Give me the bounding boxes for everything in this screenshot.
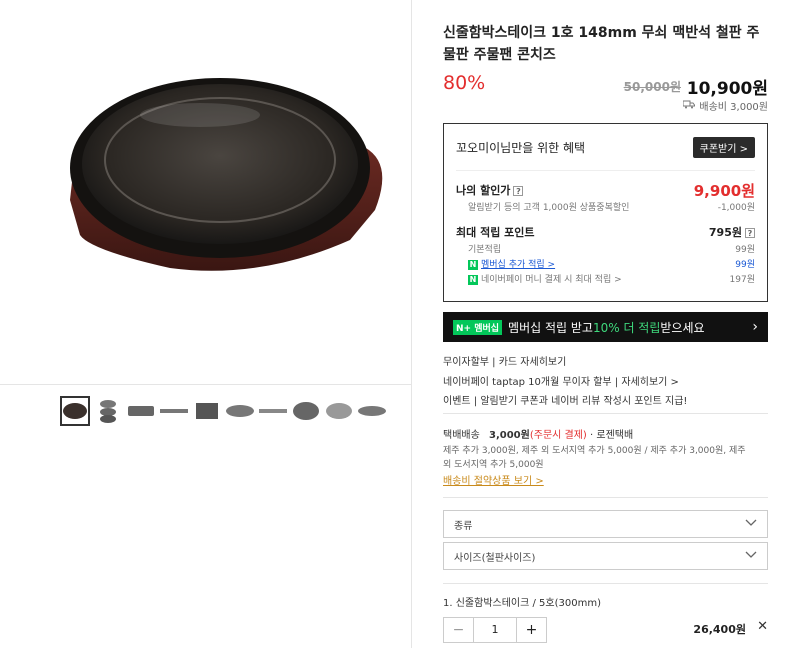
thumbnail-4[interactable] [159, 396, 189, 426]
membership-link[interactable]: 멤버십 추가 적립 > [481, 260, 555, 270]
product-main-image[interactable] [0, 0, 412, 385]
event-line: 이벤트 | 알림받기 쿠폰과 네이버 리뷰 작성시 포인트 지급! [443, 396, 688, 407]
quantity-stepper: − 1 + [443, 617, 547, 643]
shipping-fee-line: 배송비 3,000원 [682, 98, 768, 113]
naver-plus-icon: N [468, 260, 478, 270]
sale-price: 10,900원 [686, 79, 768, 99]
selected-item: 1. 신줄함박스테이크 / 5호(300mm) [443, 598, 601, 609]
npay-icon: N [468, 275, 478, 285]
membership-badge: N+ 멤버십 [453, 319, 503, 335]
thumbnail-strip [60, 396, 387, 426]
max-points-label: 최대 적립 포인트 [456, 226, 535, 239]
taptap-line[interactable]: 네이버페이 taptap 10개월 무이자 할부 | 자세히보기 > [443, 373, 679, 388]
npay-points-row: N 네이버페이 머니 결제 시 최대 적립 > 197원 [456, 271, 755, 286]
size-select-label: 사이즈(철판사이즈) [454, 552, 536, 564]
thumbnail-8[interactable] [291, 396, 321, 426]
delivery-extra-1: 제주 추가 3,000원, 제주 외 도서지역 추가 5,000원 / 제주 추… [443, 446, 746, 456]
banner-text-post: 받으세요 [660, 320, 705, 335]
quantity-input[interactable]: 1 [473, 618, 517, 642]
delivery-fee-note: (주문시 결제) [529, 430, 587, 441]
banner-text-pre: 멤버십 적립 받고 [508, 320, 593, 335]
npay-link[interactable]: 네이버페이 머니 결제 시 최대 적립 > [481, 275, 622, 285]
max-points-value: 795원 [708, 226, 742, 239]
thumbnail-10[interactable] [357, 396, 387, 426]
membership-points-value: 99원 [735, 260, 755, 270]
thumbnail-6[interactable] [225, 396, 255, 426]
my-discount-value: 9,900원 [693, 181, 755, 200]
membership-banner[interactable]: N+ 멤버십 멤버십 적립 받고 10% 더 적립 받으세요 › [443, 312, 768, 342]
thumbnail-9[interactable] [324, 396, 354, 426]
help-icon[interactable]: ? [513, 186, 524, 196]
product-title: 신줄함박스테이크 1호 148mm 무쇠 맥반석 철판 주물판 주물팬 콘치즈 [443, 25, 760, 63]
original-price: 50,000원 [623, 80, 681, 94]
thumbnail-3[interactable] [126, 396, 156, 426]
my-discount-detail-row: 알림받기 등의 고객 1,000원 상품중복할인 -1,000원 [456, 199, 755, 214]
delivery-label: 택배배송 [443, 430, 480, 441]
installment-line[interactable]: 무이자할부 | 카드 자세히보기 [443, 353, 566, 368]
truck-icon [682, 100, 696, 112]
my-discount-row: 나의 할인가? 9,900원 [456, 181, 755, 200]
my-discount-detail: 알림받기 등의 고객 1,000원 상품중복할인 [468, 203, 630, 213]
discount-rate: 80% [443, 72, 486, 94]
chevron-down-icon [745, 519, 757, 530]
cast-iron-plate-image [70, 78, 383, 271]
shipping-saving-link[interactable]: 배송비 절약상품 보기 > [443, 472, 544, 487]
banner-text-highlight: 10% 더 적립 [592, 320, 661, 335]
benefit-box: 꼬오미이님만을 위한 혜택 쿠폰받기 > 나의 할인가? 9,900원 알림받기… [443, 123, 768, 302]
max-points-row: 최대 적립 포인트 795원? [456, 223, 755, 241]
remove-item-button[interactable]: ✕ [757, 619, 768, 634]
chevron-down-icon [745, 551, 757, 562]
membership-points-row: N 멤버십 추가 적립 > 99원 [456, 256, 755, 271]
quantity-minus-button[interactable]: − [444, 618, 473, 642]
basic-points-label: 기본적립 [468, 245, 502, 255]
product-gallery [0, 0, 412, 648]
delivery-extra-2: 외 도서지역 추가 5,000원 [443, 460, 544, 470]
thumbnail-1[interactable] [60, 396, 90, 426]
kind-select-label: 종류 [454, 520, 473, 532]
basic-points-row: 기본적립 99원 [456, 241, 755, 256]
npay-points-value: 197원 [729, 275, 755, 285]
selected-price: 26,400원 [693, 623, 746, 636]
quantity-plus-button[interactable]: + [517, 618, 546, 642]
benefit-title: 꼬오미이님만을 위한 혜택 [456, 141, 586, 155]
size-select[interactable]: 사이즈(철판사이즈) [443, 542, 768, 570]
help-icon[interactable]: ? [745, 228, 755, 238]
shipping-fee-text: 배송비 3,000원 [699, 102, 768, 113]
divider [443, 583, 768, 584]
divider [443, 413, 768, 414]
divider [443, 497, 768, 498]
thumbnail-5[interactable] [192, 396, 222, 426]
thumbnail-7[interactable] [258, 396, 288, 426]
delivery-line: 택배배송 3,000원(주문시 결제) · 로젠택배 [443, 426, 633, 441]
my-discount-label: 나의 할인가 [456, 184, 511, 197]
delivery-fee: 3,000원 [489, 430, 530, 441]
thumbnail-2[interactable] [93, 396, 123, 426]
basic-points-value: 99원 [735, 245, 755, 255]
kind-select[interactable]: 종류 [443, 510, 768, 538]
chevron-right-icon: › [752, 319, 758, 335]
divider [456, 170, 755, 171]
my-discount-detail-value: -1,000원 [717, 203, 755, 213]
coupon-button[interactable]: 쿠폰받기 > [692, 137, 755, 158]
delivery-carrier: · 로젠택배 [590, 430, 634, 441]
